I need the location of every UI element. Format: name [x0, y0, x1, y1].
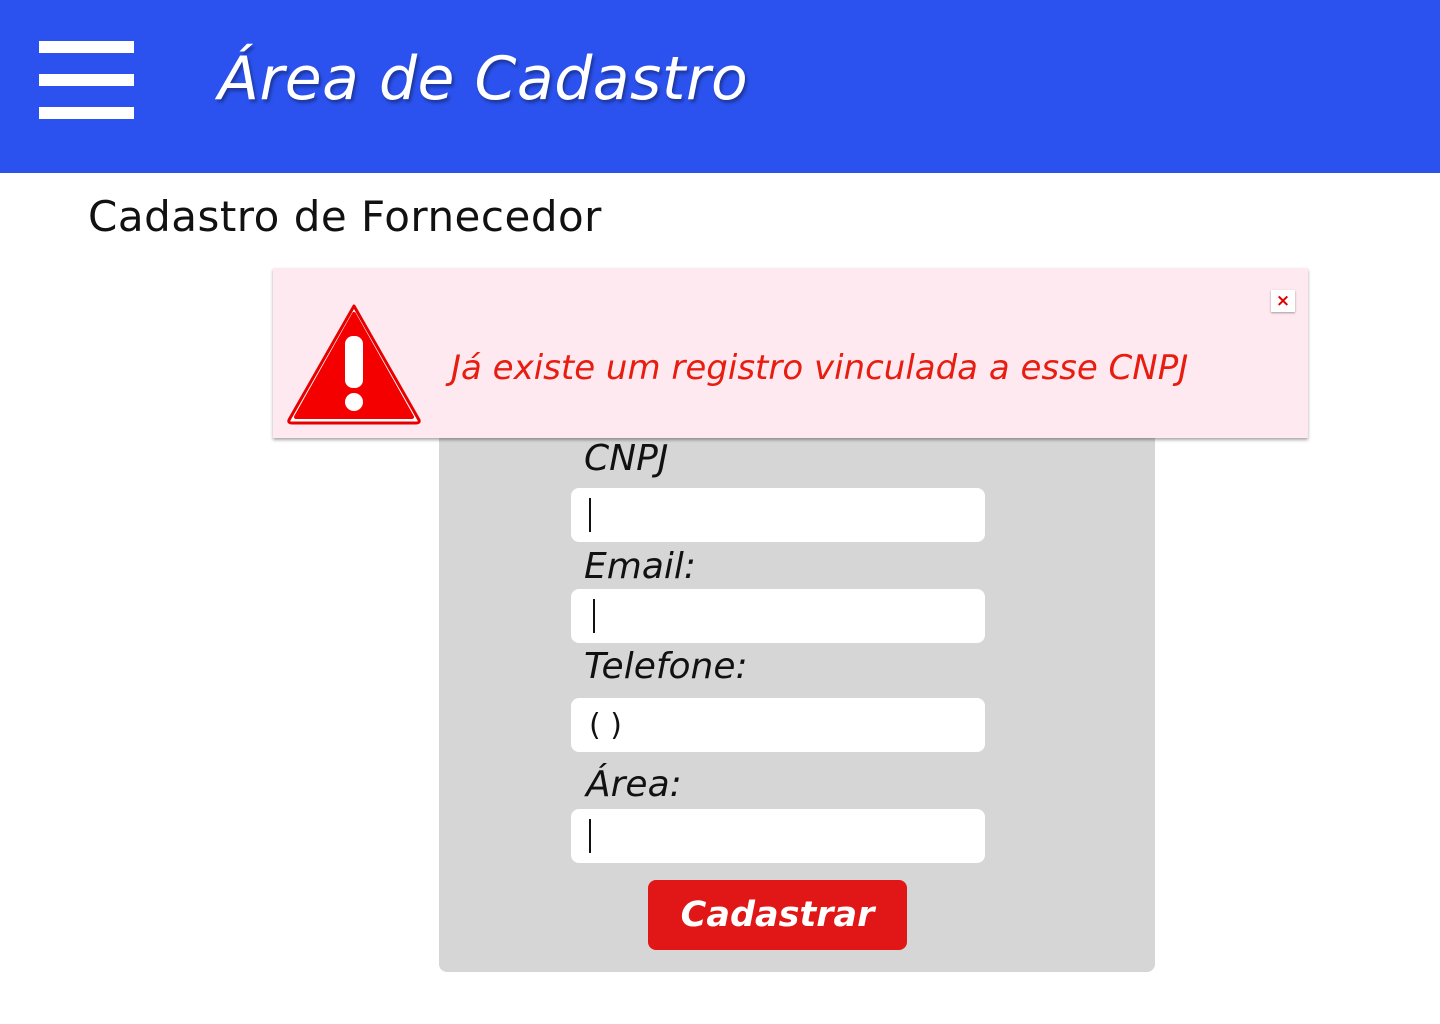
- menu-line: [39, 41, 134, 53]
- phone-value: ( ): [589, 707, 622, 743]
- close-icon[interactable]: ×: [1271, 290, 1295, 312]
- app-title: Área de Cadastro: [218, 44, 749, 114]
- warning-triangle-icon: [287, 304, 421, 425]
- top-bar: Área de Cadastro: [0, 0, 1440, 173]
- phone-input[interactable]: ( ): [571, 698, 985, 752]
- email-label: Email:: [584, 546, 697, 587]
- area-label: Área:: [586, 764, 682, 805]
- error-alert: Já existe um registro vinculada a esse C…: [273, 268, 1308, 438]
- page-title: Cadastro de Fornecedor: [88, 192, 602, 241]
- submit-button[interactable]: Cadastrar: [648, 880, 907, 950]
- menu-line: [39, 74, 134, 86]
- text-caret: [593, 599, 595, 633]
- cnpj-input[interactable]: [571, 488, 985, 542]
- area-input[interactable]: [571, 809, 985, 863]
- email-input[interactable]: [571, 589, 985, 643]
- text-caret: [589, 498, 591, 532]
- hamburger-menu-icon[interactable]: [39, 41, 134, 119]
- phone-label: Telefone:: [584, 646, 748, 687]
- text-caret: [589, 819, 591, 853]
- menu-line: [39, 107, 134, 119]
- alert-message: Já existe um registro vinculada a esse C…: [451, 348, 1189, 388]
- cnpj-label: CNPJ: [584, 438, 669, 479]
